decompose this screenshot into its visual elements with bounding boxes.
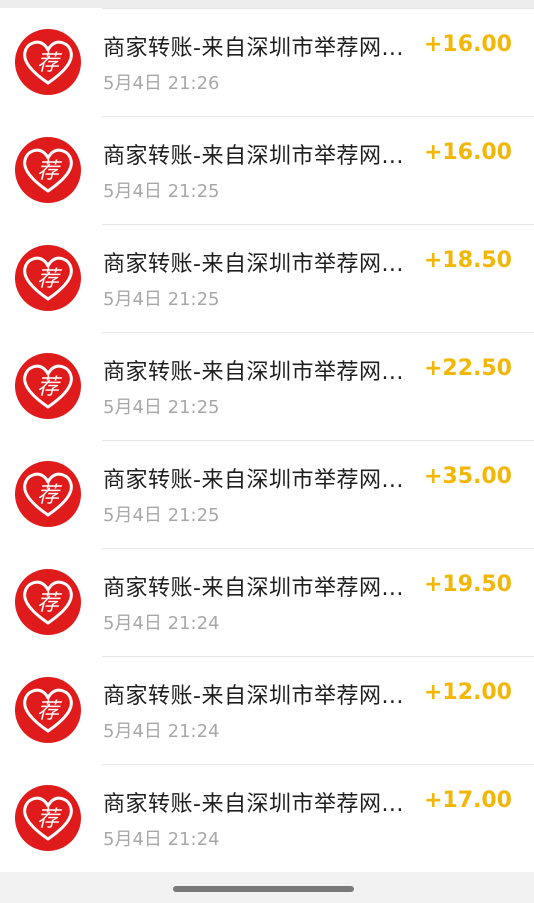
logo-glyph: 荐 <box>37 51 63 76</box>
transaction-amount: +12.00 <box>423 680 512 705</box>
transaction-title: 商家转账-来自深圳市举荐网... <box>103 576 403 601</box>
transaction-title: 商家转账-来自深圳市举荐网... <box>103 684 403 709</box>
transaction-amount: +18.50 <box>423 248 512 273</box>
transaction-time: 5月4日 21:25 <box>103 289 220 310</box>
transaction-amount: +22.50 <box>423 356 512 381</box>
merchant-logo-icon: 荐 <box>15 137 81 203</box>
bottom-nav-area <box>0 878 534 903</box>
transaction-row[interactable]: 荐 商家转账-来自深圳市举荐网... 5月4日 21:24 +19.50 <box>0 548 534 656</box>
home-indicator[interactable] <box>173 886 354 892</box>
row-divider <box>102 116 534 117</box>
logo-glyph: 荐 <box>37 591 63 616</box>
transaction-time: 5月4日 21:24 <box>103 829 220 850</box>
logo-glyph: 荐 <box>37 375 63 400</box>
row-divider <box>102 656 534 657</box>
transaction-time: 5月4日 21:25 <box>103 397 220 418</box>
merchant-logo-icon: 荐 <box>15 29 81 95</box>
merchant-logo-icon: 荐 <box>15 677 81 743</box>
transaction-title: 商家转账-来自深圳市举荐网... <box>103 468 403 493</box>
transaction-time: 5月4日 21:25 <box>103 505 220 526</box>
transaction-row[interactable]: 荐 商家转账-来自深圳市举荐网... 5月4日 21:26 +16.00 <box>0 8 534 116</box>
transaction-title: 商家转账-来自深圳市举荐网... <box>103 792 403 817</box>
transaction-list: 荐 商家转账-来自深圳市举荐网... 5月4日 21:26 +16.00 荐 商… <box>0 8 534 872</box>
logo-glyph: 荐 <box>37 267 63 292</box>
row-divider <box>102 548 534 549</box>
transaction-amount: +35.00 <box>423 464 512 489</box>
transaction-time: 5月4日 21:24 <box>103 613 220 634</box>
transaction-amount: +19.50 <box>423 572 512 597</box>
row-divider <box>102 764 534 765</box>
transaction-time: 5月4日 21:25 <box>103 181 220 202</box>
merchant-logo-icon: 荐 <box>15 245 81 311</box>
merchant-logo-icon: 荐 <box>15 353 81 419</box>
row-divider <box>102 332 534 333</box>
row-divider <box>102 440 534 441</box>
top-status-strip <box>0 0 534 8</box>
transaction-row[interactable]: 荐 商家转账-来自深圳市举荐网... 5月4日 21:24 +17.00 <box>0 764 534 872</box>
transaction-amount: +16.00 <box>423 140 512 165</box>
transaction-row[interactable]: 荐 商家转账-来自深圳市举荐网... 5月4日 21:25 +18.50 <box>0 224 534 332</box>
transaction-row[interactable]: 荐 商家转账-来自深圳市举荐网... 5月4日 21:25 +22.50 <box>0 332 534 440</box>
merchant-logo-icon: 荐 <box>15 569 81 635</box>
merchant-logo-icon: 荐 <box>15 461 81 527</box>
transaction-title: 商家转账-来自深圳市举荐网... <box>103 144 403 169</box>
row-divider <box>102 224 534 225</box>
transaction-amount: +17.00 <box>423 788 512 813</box>
transaction-row[interactable]: 荐 商家转账-来自深圳市举荐网... 5月4日 21:25 +35.00 <box>0 440 534 548</box>
logo-glyph: 荐 <box>37 807 63 832</box>
transaction-row[interactable]: 荐 商家转账-来自深圳市举荐网... 5月4日 21:25 +16.00 <box>0 116 534 224</box>
transaction-time: 5月4日 21:24 <box>103 721 220 742</box>
logo-glyph: 荐 <box>37 699 63 724</box>
logo-glyph: 荐 <box>37 483 63 508</box>
transaction-title: 商家转账-来自深圳市举荐网... <box>103 360 403 385</box>
row-divider <box>102 8 534 9</box>
transaction-row[interactable]: 荐 商家转账-来自深圳市举荐网... 5月4日 21:24 +12.00 <box>0 656 534 764</box>
transaction-title: 商家转账-来自深圳市举荐网... <box>103 36 403 61</box>
logo-glyph: 荐 <box>37 159 63 184</box>
transaction-time: 5月4日 21:26 <box>103 73 220 94</box>
transaction-amount: +16.00 <box>423 32 512 57</box>
merchant-logo-icon: 荐 <box>15 785 81 851</box>
transaction-title: 商家转账-来自深圳市举荐网... <box>103 252 403 277</box>
